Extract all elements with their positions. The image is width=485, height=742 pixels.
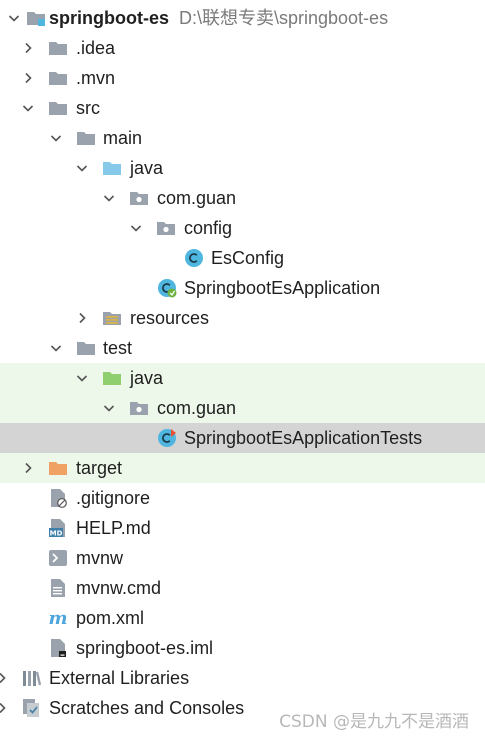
tree-node-idea[interactable]: .idea bbox=[0, 33, 485, 63]
chevron-right-icon[interactable] bbox=[0, 663, 10, 693]
tree-node-application-tests[interactable]: SpringbootEsApplicationTests bbox=[0, 423, 485, 453]
tree-node-src[interactable]: src bbox=[0, 93, 485, 123]
project-name: springboot-es bbox=[49, 8, 169, 28]
tree-node-label: resources bbox=[130, 308, 210, 328]
folder-icon bbox=[48, 38, 68, 58]
shell-script-icon bbox=[48, 548, 68, 568]
test-source-folder-icon bbox=[102, 368, 122, 388]
tree-node-main-package[interactable]: com.guan bbox=[0, 183, 485, 213]
project-tree: springboot-es D:\联想专卖\springboot-es .idea… bbox=[0, 3, 485, 723]
tree-node-gitignore[interactable]: .gitignore bbox=[0, 483, 485, 513]
maven-icon bbox=[48, 608, 68, 628]
tree-node-help[interactable]: HELP.md bbox=[0, 513, 485, 543]
markdown-file-icon bbox=[48, 518, 68, 538]
tree-node-label: main bbox=[103, 128, 143, 148]
java-class-icon bbox=[184, 248, 204, 268]
module-folder-icon bbox=[26, 8, 46, 28]
tree-node-label: test bbox=[103, 338, 133, 358]
chevron-right-icon[interactable] bbox=[20, 453, 36, 483]
chevron-down-icon[interactable] bbox=[74, 153, 90, 183]
tree-node-esconfig[interactable]: EsConfig bbox=[0, 243, 485, 273]
gitignore-file-icon bbox=[48, 488, 68, 508]
package-icon bbox=[129, 188, 149, 208]
tree-node-label: target bbox=[76, 458, 123, 478]
chevron-down-icon[interactable] bbox=[101, 183, 117, 213]
chevron-right-icon[interactable] bbox=[0, 693, 10, 723]
tree-node-mvnw[interactable]: mvnw bbox=[0, 543, 485, 573]
tree-node-label: mvnw.cmd bbox=[76, 578, 162, 598]
tree-node-test[interactable]: test bbox=[0, 333, 485, 363]
spring-boot-class-icon bbox=[157, 278, 177, 298]
package-icon bbox=[129, 398, 149, 418]
package-icon bbox=[156, 218, 176, 238]
tree-node-label: src bbox=[76, 98, 100, 118]
tree-node-iml[interactable]: springboot-es.iml bbox=[0, 633, 485, 663]
tree-node-project-root[interactable]: springboot-es D:\联想专卖\springboot-es bbox=[0, 3, 485, 33]
chevron-down-icon[interactable] bbox=[6, 3, 22, 33]
folder-icon bbox=[48, 68, 68, 88]
watermark-text: CSDN @是九九不是酒酒 bbox=[279, 712, 469, 732]
tree-node-label: .gitignore bbox=[76, 488, 151, 508]
folder-icon bbox=[76, 338, 96, 358]
tree-node-label: springboot-es.iml bbox=[76, 638, 214, 658]
tree-node-label: External Libraries bbox=[49, 668, 190, 688]
excluded-folder-icon bbox=[48, 458, 68, 478]
tree-node-label: Scratches and Consoles bbox=[49, 698, 245, 718]
tree-node-resources[interactable]: resources bbox=[0, 303, 485, 333]
tree-node-label: .mvn bbox=[76, 68, 116, 88]
tree-node-label: java bbox=[130, 158, 164, 178]
tree-node-test-package[interactable]: com.guan bbox=[0, 393, 485, 423]
chevron-down-icon[interactable] bbox=[48, 123, 64, 153]
tree-node-application[interactable]: SpringbootEsApplication bbox=[0, 273, 485, 303]
tree-node-external-libraries[interactable]: External Libraries bbox=[0, 663, 485, 693]
tree-node-label: java bbox=[130, 368, 164, 388]
tree-node-main[interactable]: main bbox=[0, 123, 485, 153]
chevron-down-icon[interactable] bbox=[101, 393, 117, 423]
folder-icon bbox=[48, 98, 68, 118]
folder-icon bbox=[76, 128, 96, 148]
chevron-right-icon[interactable] bbox=[74, 303, 90, 333]
module-file-icon bbox=[48, 638, 68, 658]
tree-node-label: HELP.md bbox=[76, 518, 151, 538]
tree-node-label: config bbox=[184, 218, 233, 238]
tree-node-label: .idea bbox=[76, 38, 116, 58]
chevron-right-icon[interactable] bbox=[20, 33, 36, 63]
tree-node-label: com.guan bbox=[157, 398, 237, 418]
tree-node-label: SpringbootEsApplicationTests bbox=[184, 428, 423, 448]
tree-node-label: pom.xml bbox=[76, 608, 145, 628]
tree-node-pom[interactable]: pom.xml bbox=[0, 603, 485, 633]
tree-node-config[interactable]: config bbox=[0, 213, 485, 243]
source-folder-icon bbox=[102, 158, 122, 178]
tree-node-main-java[interactable]: java bbox=[0, 153, 485, 183]
chevron-right-icon[interactable] bbox=[20, 63, 36, 93]
chevron-down-icon[interactable] bbox=[48, 333, 64, 363]
tree-node-target[interactable]: target bbox=[0, 453, 485, 483]
chevron-down-icon[interactable] bbox=[20, 93, 36, 123]
tree-node-label: com.guan bbox=[157, 188, 237, 208]
chevron-down-icon[interactable] bbox=[128, 213, 144, 243]
resources-folder-icon bbox=[102, 308, 122, 328]
tree-node-label: SpringbootEsApplication bbox=[184, 278, 381, 298]
tree-node-mvn[interactable]: .mvn bbox=[0, 63, 485, 93]
project-path: D:\联想专卖\springboot-es bbox=[179, 8, 389, 28]
scratches-icon bbox=[21, 698, 41, 718]
tree-node-test-java[interactable]: java bbox=[0, 363, 485, 393]
project-name-label: springboot-es D:\联想专卖\springboot-es bbox=[49, 3, 388, 33]
chevron-down-icon[interactable] bbox=[74, 363, 90, 393]
text-file-icon bbox=[48, 578, 68, 598]
tree-node-label: EsConfig bbox=[211, 248, 285, 268]
test-class-icon bbox=[157, 428, 177, 448]
libraries-icon bbox=[21, 668, 41, 688]
tree-node-mvnw-cmd[interactable]: mvnw.cmd bbox=[0, 573, 485, 603]
tree-node-label: mvnw bbox=[76, 548, 124, 568]
